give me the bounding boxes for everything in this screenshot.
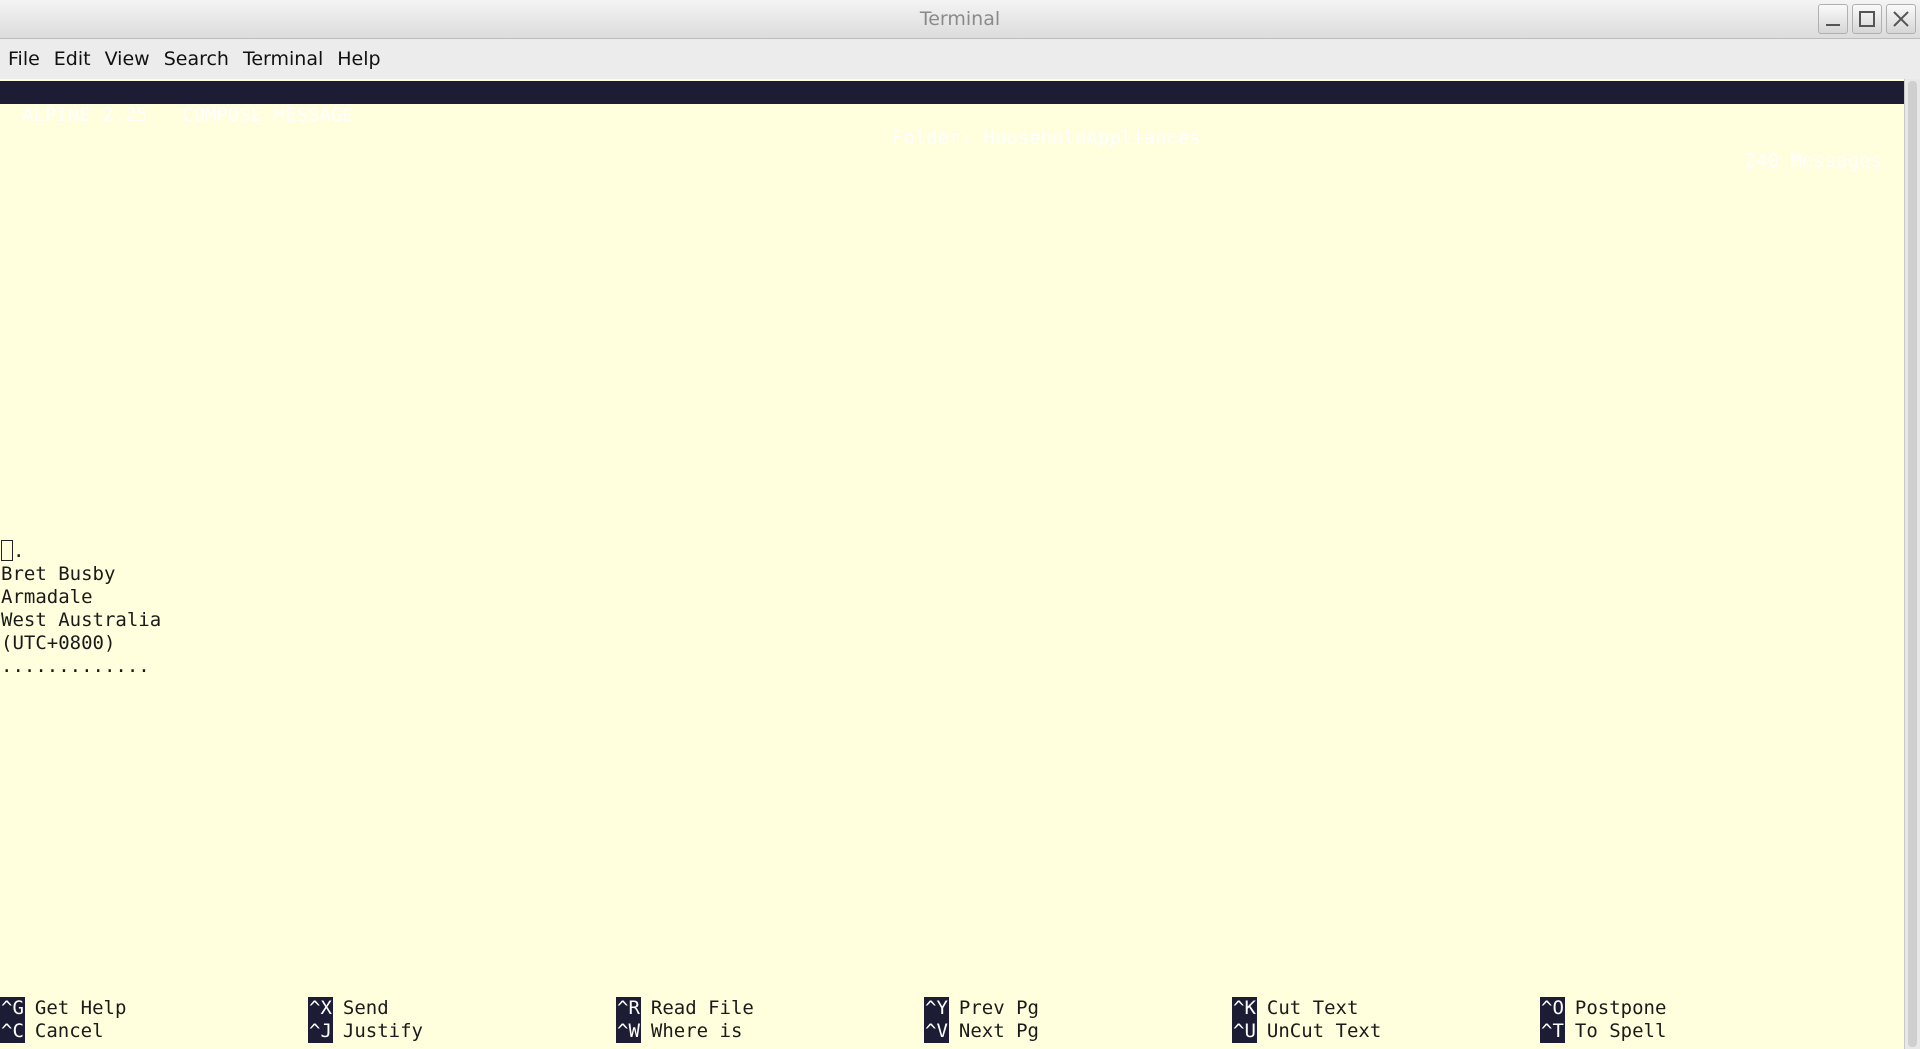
- key-cap: ^J: [308, 1020, 333, 1043]
- key-prev-pg[interactable]: ^Y Prev Pg: [924, 997, 1039, 1020]
- key-cap: ^O: [1540, 997, 1565, 1020]
- minimize-icon: [1826, 24, 1840, 26]
- title-bar[interactable]: Terminal: [0, 0, 1920, 39]
- key-send[interactable]: ^X Send: [308, 997, 389, 1020]
- body-line[interactable]: West Australia: [1, 609, 161, 632]
- maximize-icon: [1859, 11, 1875, 27]
- key-cap: ^Y: [924, 997, 949, 1020]
- alpine-status-bar: ALPINE 2.25 COMPOSE MESSAGE Folder: Hous…: [0, 81, 1904, 172]
- menu-search[interactable]: Search: [164, 48, 229, 70]
- terminal-window: Terminal File Edit View Search Terminal …: [0, 0, 1920, 1049]
- body-line[interactable]: Armadale: [1, 586, 93, 609]
- app-version-mode: ALPINE 2.25 COMPOSE MESSAGE: [22, 104, 354, 126]
- key-cap: ^K: [1232, 997, 1257, 1020]
- body-line[interactable]: .............: [1, 655, 150, 678]
- menu-edit[interactable]: Edit: [54, 48, 91, 70]
- menu-bar: File Edit View Search Terminal Help: [0, 39, 1920, 79]
- key-cap: ^C: [0, 1020, 25, 1043]
- key-to-spell[interactable]: ^T To Spell: [1540, 1020, 1666, 1043]
- key-label: Next Pg: [958, 1020, 1039, 1042]
- key-read-file[interactable]: ^R Read File: [616, 997, 754, 1020]
- scrollbar-thumb[interactable]: [1908, 81, 1917, 1047]
- body-line[interactable]: (UTC+0800): [1, 632, 115, 655]
- key-cap: ^G: [0, 997, 25, 1020]
- key-postpone[interactable]: ^O Postpone: [1540, 997, 1666, 1020]
- key-cap: ^T: [1540, 1020, 1565, 1043]
- cursor-line[interactable]: .: [1, 540, 24, 563]
- key-justify[interactable]: ^J Justify: [308, 1020, 423, 1043]
- key-cap: ^R: [616, 997, 641, 1020]
- maximize-button[interactable]: [1852, 4, 1882, 34]
- minimize-button[interactable]: [1818, 4, 1848, 34]
- menu-view[interactable]: View: [105, 48, 150, 70]
- key-cap: ^U: [1232, 1020, 1257, 1043]
- key-label: UnCut Text: [1266, 1020, 1382, 1042]
- key-where-is[interactable]: ^W Where is: [616, 1020, 742, 1043]
- key-help-bar: ^G Get Help ^X Send ^R Read File ^Y Prev Pg …: [0, 997, 1904, 1043]
- close-icon: [1893, 11, 1909, 27]
- folder-name: Folder: HouseholdAppliances: [892, 127, 1201, 149]
- key-label: Cut Text: [1266, 997, 1359, 1019]
- menu-terminal[interactable]: Terminal: [243, 48, 323, 70]
- key-label: Send: [342, 997, 389, 1019]
- key-label: Cancel: [34, 1020, 104, 1042]
- key-cut-text[interactable]: ^K Cut Text: [1232, 997, 1358, 1020]
- cursor-line-text: .: [13, 540, 25, 562]
- key-cancel[interactable]: ^C Cancel: [0, 1020, 104, 1043]
- menu-help[interactable]: Help: [337, 48, 380, 70]
- key-label: Postpone: [1574, 997, 1667, 1019]
- key-label: Where is: [650, 1020, 743, 1042]
- text-cursor: [1, 540, 13, 561]
- window-controls: [1818, 4, 1916, 36]
- key-label: Prev Pg: [958, 997, 1039, 1019]
- key-label: Read File: [650, 997, 754, 1019]
- key-uncut-text[interactable]: ^U UnCut Text: [1232, 1020, 1381, 1043]
- vertical-scrollbar[interactable]: [1904, 79, 1920, 1049]
- body-line[interactable]: Bret Busby: [1, 563, 115, 586]
- key-label: To Spell: [1574, 1020, 1667, 1042]
- key-label: Get Help: [34, 997, 127, 1019]
- key-cap: ^X: [308, 997, 333, 1020]
- key-cap: ^W: [616, 1020, 641, 1043]
- menu-file[interactable]: File: [8, 48, 40, 70]
- key-next-pg[interactable]: ^V Next Pg: [924, 1020, 1039, 1043]
- key-get-help[interactable]: ^G Get Help: [0, 997, 126, 1020]
- terminal-content[interactable]: ALPINE 2.25 COMPOSE MESSAGE Folder: Hous…: [0, 79, 1904, 1049]
- key-cap: ^V: [924, 1020, 949, 1043]
- window-title: Terminal: [919, 8, 1001, 30]
- message-count: 240 Messages: [1744, 150, 1882, 172]
- close-button[interactable]: [1886, 4, 1916, 34]
- key-label: Justify: [342, 1020, 423, 1042]
